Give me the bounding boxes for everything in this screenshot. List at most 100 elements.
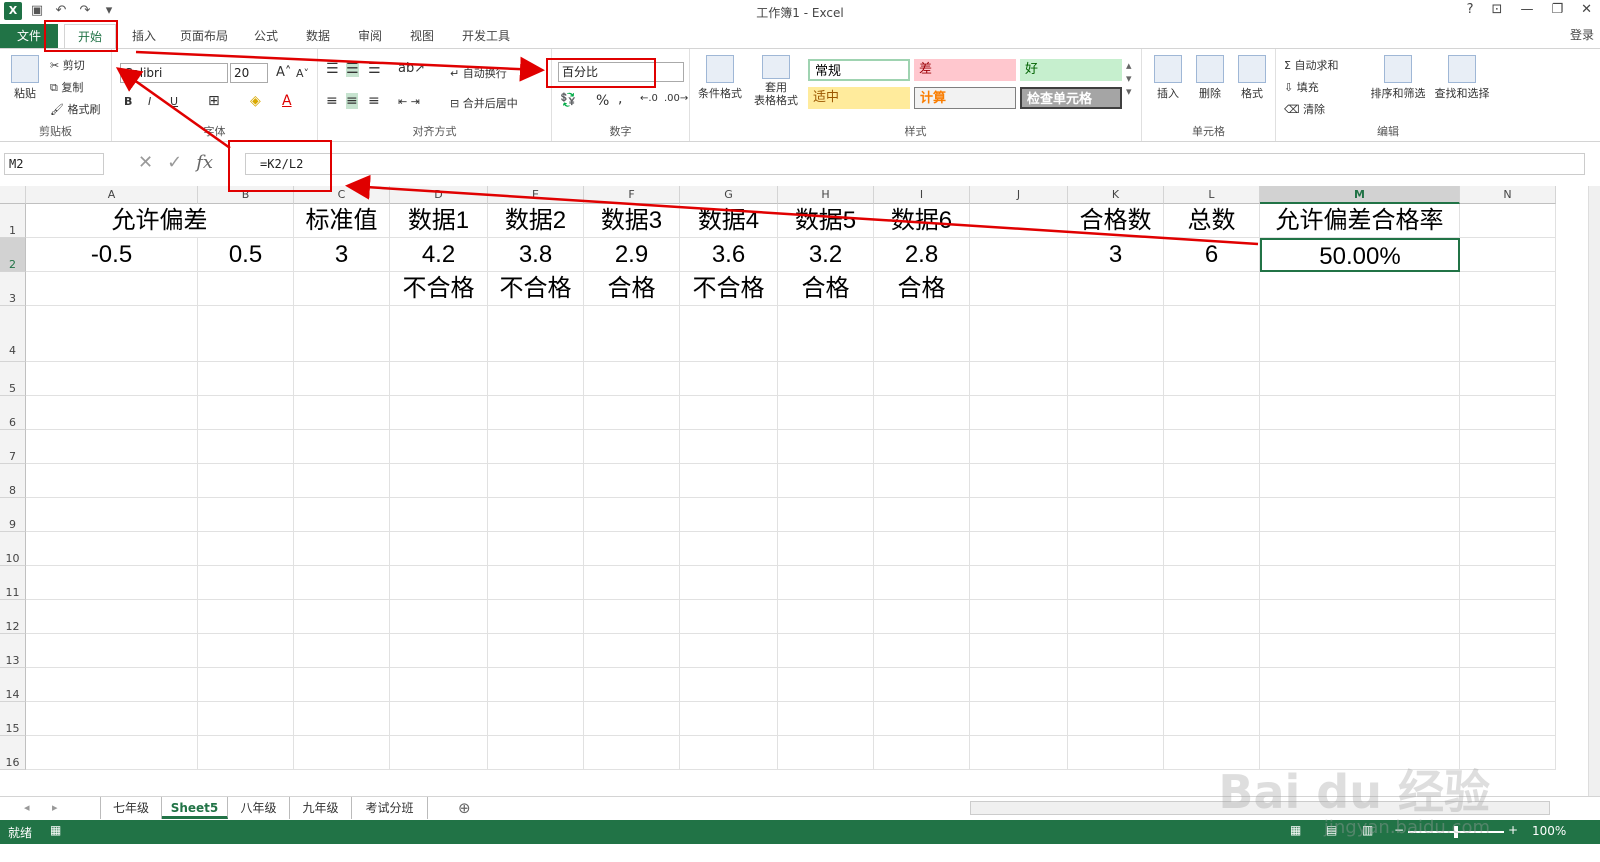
grid-cell[interactable] [1164, 566, 1260, 600]
grid-cell[interactable] [970, 396, 1068, 430]
font-name-select[interactable]: Calibri [120, 63, 228, 83]
grid-cell[interactable] [26, 532, 198, 566]
align-middle-icon[interactable]: ☰ [346, 61, 359, 77]
grid-cell[interactable] [26, 362, 198, 396]
grid-cell[interactable]: 3 [294, 238, 390, 272]
grid-cell[interactable]: 2.8 [874, 238, 970, 272]
grid-cell[interactable] [1460, 238, 1556, 272]
shrink-font-icon[interactable]: A˅ [296, 67, 309, 80]
grid-cell[interactable] [874, 498, 970, 532]
grid-cell[interactable] [970, 566, 1068, 600]
grid-cell[interactable] [970, 634, 1068, 668]
zoom-in-icon[interactable]: + [1508, 823, 1518, 837]
grid-cell[interactable] [488, 702, 584, 736]
grid-cell[interactable] [294, 430, 390, 464]
grid-cell[interactable] [1460, 272, 1556, 306]
grid-cell[interactable] [584, 430, 680, 464]
grid-cell[interactable] [1068, 702, 1164, 736]
align-center-icon[interactable]: ≡ [346, 93, 358, 109]
column-header[interactable]: I [874, 186, 970, 204]
select-all-corner[interactable] [0, 186, 26, 204]
grid-cell[interactable] [1068, 532, 1164, 566]
add-sheet-icon[interactable]: ⊕ [458, 799, 471, 817]
grid-cell[interactable] [680, 600, 778, 634]
grid-cell[interactable] [680, 430, 778, 464]
grid-cell[interactable] [778, 362, 874, 396]
tab-insert[interactable]: 插入 [124, 24, 164, 48]
grow-font-icon[interactable]: A˄ [276, 65, 291, 80]
grid-cell[interactable] [680, 498, 778, 532]
tab-formulas[interactable]: 公式 [246, 24, 286, 48]
style-good[interactable]: 好 [1020, 59, 1122, 81]
grid-cell[interactable] [198, 306, 294, 362]
grid-cell[interactable] [680, 362, 778, 396]
find-select-button[interactable]: 查找和选择 [1432, 55, 1492, 101]
grid-cell[interactable] [488, 464, 584, 498]
grid-cell[interactable] [198, 566, 294, 600]
sheet-tab[interactable]: 九年级 [290, 797, 352, 819]
grid-cell[interactable] [680, 396, 778, 430]
grid-cell[interactable] [488, 532, 584, 566]
grid-cell[interactable] [778, 498, 874, 532]
grid-cell[interactable] [1260, 430, 1460, 464]
minimize-icon[interactable]: — [1520, 2, 1533, 17]
grid-cell[interactable] [584, 532, 680, 566]
grid-cell[interactable] [874, 668, 970, 702]
grid-cell[interactable] [584, 736, 680, 770]
grid-cell[interactable] [1068, 668, 1164, 702]
grid-cell[interactable] [778, 634, 874, 668]
grid-cell[interactable] [294, 396, 390, 430]
grid-cell[interactable] [1068, 396, 1164, 430]
grid-cell[interactable] [970, 668, 1068, 702]
worksheet-grid[interactable]: A B C D E F G H I J K L M N 1 允许偏差 标准值 数据1 数据2 数据3 数据4 数据5 数据6… [0, 186, 1588, 796]
grid-cell[interactable] [26, 634, 198, 668]
grid-cell[interactable] [1164, 430, 1260, 464]
grid-cell[interactable] [1068, 736, 1164, 770]
grid-cell[interactable] [26, 736, 198, 770]
formula-input[interactable]: =K2/L2 [245, 153, 1585, 175]
normal-view-icon[interactable]: ▦ [1290, 823, 1301, 837]
grid-cell[interactable] [1260, 634, 1460, 668]
grid-cell[interactable] [874, 396, 970, 430]
align-top-icon[interactable]: ☰ [326, 61, 339, 77]
grid-cell[interactable] [970, 702, 1068, 736]
grid-cell[interactable] [1068, 272, 1164, 306]
tab-view[interactable]: 视图 [402, 24, 442, 48]
sort-filter-button[interactable]: 排序和筛选 [1368, 55, 1428, 101]
style-calculation[interactable]: 计算 [914, 87, 1016, 109]
row-header[interactable]: 2 [0, 238, 26, 272]
grid-cell[interactable] [970, 204, 1068, 238]
column-header[interactable]: A [26, 186, 198, 204]
copy-button[interactable]: ⧉ 复制 [50, 79, 83, 95]
grid-cell[interactable] [584, 306, 680, 362]
grid-cell[interactable] [390, 566, 488, 600]
border-icon[interactable]: ⊞ [208, 93, 220, 109]
grid-cell[interactable] [198, 498, 294, 532]
grid-cell[interactable] [874, 702, 970, 736]
grid-cell[interactable]: 0.5 [198, 238, 294, 272]
grid-cell[interactable] [198, 396, 294, 430]
grid-cell[interactable] [294, 566, 390, 600]
grid-cell[interactable] [778, 736, 874, 770]
grid-cell[interactable] [680, 702, 778, 736]
grid-cell[interactable] [1260, 362, 1460, 396]
grid-cell[interactable] [294, 272, 390, 306]
style-neutral[interactable]: 适中 [808, 87, 910, 109]
percent-button[interactable]: % [596, 93, 609, 109]
grid-cell[interactable] [198, 464, 294, 498]
grid-cell[interactable] [488, 498, 584, 532]
indent-icon[interactable]: ⇤ ⇥ [398, 95, 420, 108]
close-icon[interactable]: ✕ [1581, 2, 1592, 17]
grid-cell[interactable] [294, 362, 390, 396]
grid-cell[interactable] [874, 306, 970, 362]
column-header[interactable]: J [970, 186, 1068, 204]
column-header[interactable]: F [584, 186, 680, 204]
grid-cell[interactable] [970, 362, 1068, 396]
grid-cell[interactable]: 3 [1068, 238, 1164, 272]
cancel-icon[interactable]: ✕ [138, 152, 153, 173]
align-right-icon[interactable]: ≡ [368, 93, 380, 109]
style-check-cell[interactable]: 检查单元格 [1020, 87, 1122, 109]
grid-cell[interactable] [488, 668, 584, 702]
grid-cell[interactable] [778, 702, 874, 736]
grid-cell[interactable] [198, 362, 294, 396]
